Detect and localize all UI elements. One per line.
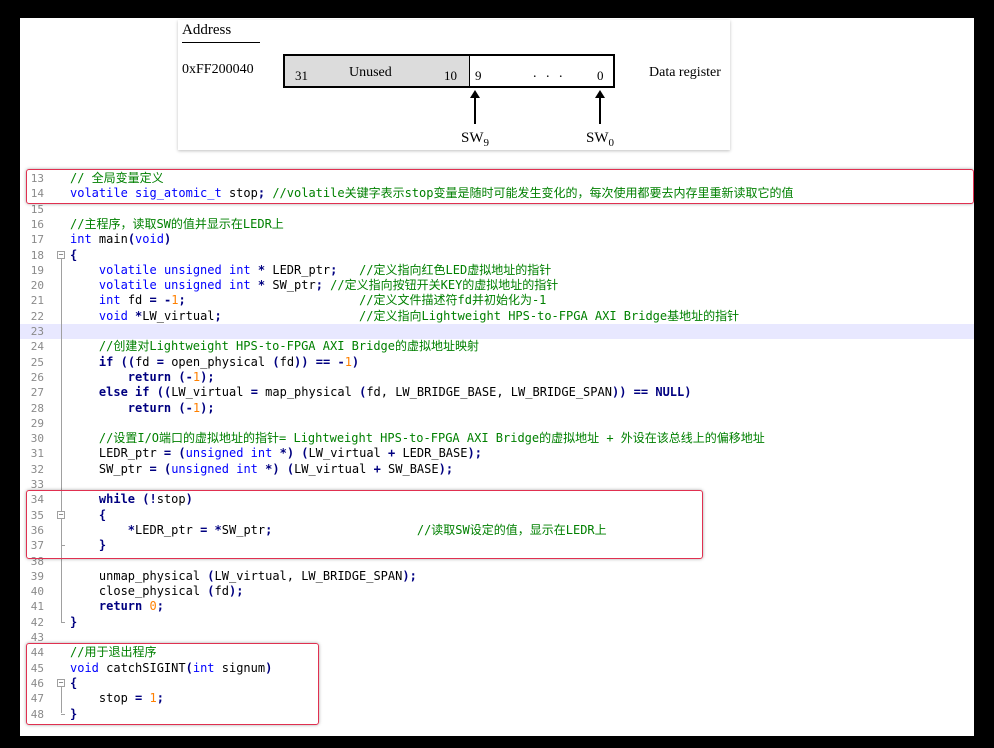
screenshot-canvas: Address 0xFF200040 31 Unused 10 9 . . . … [20, 18, 974, 736]
code-line[interactable]: 19 volatile unsigned int * LEDR_ptr; //定… [20, 263, 974, 278]
sw9-arrow-icon [470, 90, 480, 126]
line-number: 32 [30, 462, 44, 476]
line-number: 40 [30, 585, 44, 599]
line-number: 27 [30, 386, 44, 400]
code-line[interactable]: 32 SW_ptr = (unsigned int *) (LW_virtual… [20, 462, 974, 477]
code-text: LEDR_ptr = (unsigned int *) (LW_virtual … [70, 446, 482, 461]
code-text: volatile unsigned int * SW_ptr; //定义指向按钮… [98, 278, 559, 293]
code-line[interactable]: 17 int main(void) [20, 232, 974, 247]
code-text: //设置I/O端口的虚拟地址的指针= Lightweight HPS-to-FP… [98, 431, 765, 446]
code-line[interactable]: 25 if ((fd = open_physical (fd)) == -1) [20, 355, 974, 370]
line-number: 25 [30, 355, 44, 369]
code-line[interactable]: 26 return (-1); [20, 370, 974, 385]
bit-10-label: 10 [444, 68, 457, 83]
unused-field: 31 Unused 10 [285, 56, 470, 86]
code-line[interactable]: 16 //主程序，读取SW的值并显示在LEDR上 [20, 217, 974, 232]
address-underline [182, 42, 260, 43]
unused-label: Unused [349, 65, 392, 80]
line-number: 24 [30, 340, 44, 354]
sw9-label: SW9 [461, 130, 489, 149]
line-number: 20 [30, 279, 44, 293]
code-text: close_physical (fd); [70, 584, 244, 599]
code-line[interactable]: 41 return 0; [20, 599, 974, 614]
code-line[interactable]: 30 //设置I/O端口的虚拟地址的指针= Lightweight HPS-to… [20, 431, 974, 446]
line-number: 26 [30, 370, 44, 384]
line-number: 19 [30, 263, 44, 277]
bit-9-label: 9 [475, 68, 482, 83]
line-number: 39 [30, 569, 44, 583]
line-number: 18 [30, 248, 44, 262]
code-text: unmap_physical (LW_virtual, LW_BRIDGE_SP… [70, 568, 417, 583]
register-name: Data register [649, 65, 721, 80]
code-text: } [70, 614, 78, 629]
line-number: 31 [30, 447, 44, 461]
code-line[interactable]: 23 [20, 324, 974, 340]
code-text: return 0; [98, 599, 164, 614]
line-number: 30 [30, 432, 44, 446]
code-text: volatile unsigned int * LEDR_ptr; //定义指向… [98, 262, 552, 277]
register-diagram: Address 0xFF200040 31 Unused 10 9 . . . … [178, 20, 730, 150]
code-text: //创建对Lightweight HPS-to-FPGA AXI Bridge的… [98, 339, 479, 354]
code-line[interactable]: 29 [20, 416, 974, 431]
bit-0-label: 0 [597, 68, 604, 83]
code-line[interactable]: 27 else if ((LW_virtual = map_physical (… [20, 385, 974, 400]
code-text: int main(void) [70, 232, 172, 247]
fold-end [61, 621, 65, 623]
sw0-arrow-icon [595, 90, 605, 126]
fold-toggle-icon[interactable]: − [57, 250, 65, 259]
code-text: SW_ptr = (unsigned int *) (LW_virtual + … [70, 461, 454, 476]
line-number: 17 [30, 233, 44, 247]
bit-31-label: 31 [295, 68, 308, 83]
line-number: 22 [30, 309, 44, 323]
code-line[interactable]: 24 //创建对Lightweight HPS-to-FPGA AXI Brid… [20, 339, 974, 354]
code-text: { [70, 247, 78, 262]
line-number: 16 [30, 217, 44, 231]
code-line[interactable]: 31 LEDR_ptr = (unsigned int *) (LW_virtu… [20, 446, 974, 461]
line-number: 29 [30, 416, 44, 430]
code-text: if ((fd = open_physical (fd)) == -1) [98, 354, 360, 369]
code-text: void *LW_virtual; //定义指向Lightweight HPS-… [98, 308, 740, 323]
address-value: 0xFF200040 [182, 62, 254, 77]
code-line[interactable]: 42} [20, 615, 974, 630]
code-line[interactable]: 39 unmap_physical (LW_virtual, LW_BRIDGE… [20, 569, 974, 584]
line-number: 28 [30, 401, 44, 415]
address-header: Address [182, 22, 232, 38]
register-box: 31 Unused 10 9 . . . 0 [283, 54, 615, 88]
code-text: return (-1); [127, 400, 215, 415]
code-text: //主程序，读取SW的值并显示在LEDR上 [70, 216, 284, 231]
highlight-box-while-loop [26, 490, 703, 559]
highlight-box-catch-sigint [26, 643, 319, 725]
line-number: 41 [30, 600, 44, 614]
code-line[interactable]: 22 void *LW_virtual; //定义指向Lightweight H… [20, 309, 974, 324]
code-text: return (-1); [127, 369, 215, 384]
code-text: else if ((LW_virtual = map_physical (fd,… [98, 385, 692, 400]
line-number: 42 [30, 615, 44, 629]
fold-guide [61, 258, 62, 622]
code-line[interactable]: 28 return (-1); [20, 401, 974, 416]
code-line[interactable]: 20 volatile unsigned int * SW_ptr; //定义指… [20, 278, 974, 293]
code-line[interactable]: 18 { [20, 248, 974, 263]
code-line[interactable]: 21 int fd = -1; //定义文件描述符fd并初始化为-1 [20, 293, 974, 308]
bit-ellipsis: . . . [533, 66, 566, 81]
code-line[interactable]: 40 close_physical (fd); [20, 584, 974, 599]
sw0-label: SW0 [586, 130, 614, 149]
line-number: 23 [30, 325, 44, 338]
highlight-box-globals [26, 169, 974, 204]
line-number: 21 [30, 294, 44, 308]
code-text: int fd = -1; //定义文件描述符fd并初始化为-1 [98, 293, 547, 308]
